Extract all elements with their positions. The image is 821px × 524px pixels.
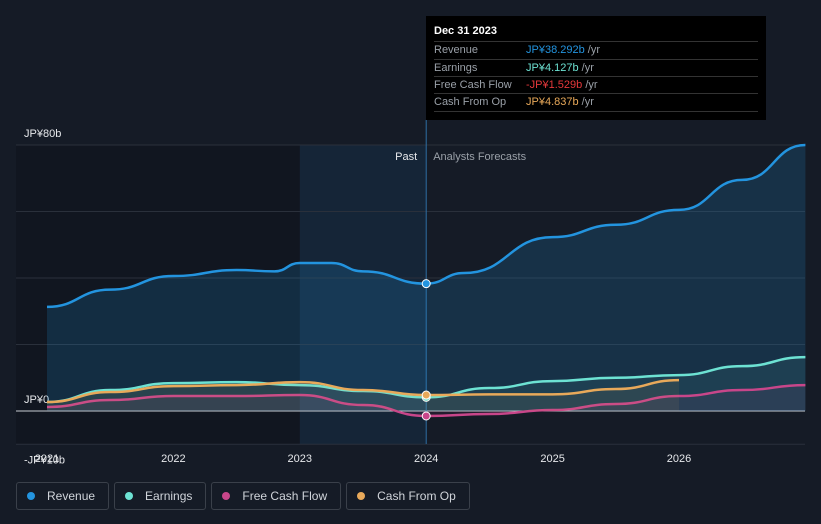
tooltip-date: Dec 31 2023 <box>434 25 497 37</box>
x-tick-label: 2021 <box>35 453 59 465</box>
tooltip-value: -JP¥1.529b /yr <box>526 79 598 91</box>
tooltip: Dec 31 2023 Revenue JP¥38.292b /yr Earnin… <box>426 16 766 120</box>
x-tick-label: 2024 <box>414 453 438 465</box>
point-free-cash-flow <box>421 411 431 421</box>
point-cash-from-op <box>421 390 431 400</box>
tooltip-row-revenue: Revenue JP¥38.292b /yr <box>434 41 758 59</box>
legend-cash-from-op[interactable]: Cash From Op <box>346 482 470 510</box>
x-tick-label: 2026 <box>667 453 691 465</box>
tooltip-label: Revenue <box>434 44 479 56</box>
tooltip-label: Cash From Op <box>434 96 507 108</box>
cfo-dot-icon <box>357 492 366 500</box>
fcf-dot-icon <box>222 492 231 500</box>
tooltip-value: JP¥4.127b /yr <box>526 62 594 74</box>
x-tick-label: 2022 <box>161 453 185 465</box>
tooltip-row-cfo: Cash From Op JP¥4.837b /yr <box>434 93 758 112</box>
tooltip-value: JP¥38.292b /yr <box>526 44 600 56</box>
y-axis-label: JP¥0 <box>24 394 49 406</box>
legend: Revenue Earnings Free Cash Flow Cash Fro… <box>16 482 470 510</box>
point-revenue <box>421 279 431 289</box>
legend-free-cash-flow[interactable]: Free Cash Flow <box>211 482 342 510</box>
y-axis-label: JP¥80b <box>24 128 61 140</box>
earnings-dot-icon <box>125 492 134 500</box>
tooltip-label: Earnings <box>434 62 478 74</box>
legend-earnings[interactable]: Earnings <box>114 482 207 510</box>
forecast-label: Analysts Forecasts <box>433 151 526 163</box>
revenue-dot-icon <box>27 492 35 500</box>
x-tick-label: 2025 <box>540 453 564 465</box>
legend-revenue[interactable]: Revenue <box>16 482 110 510</box>
tooltip-row-fcf: Free Cash Flow -JP¥1.529b /yr <box>434 76 758 94</box>
x-tick-label: 2023 <box>288 453 312 465</box>
tooltip-value: JP¥4.837b /yr <box>526 96 594 108</box>
past-label: Past <box>395 151 417 163</box>
tooltip-label: Free Cash Flow <box>434 79 512 91</box>
tooltip-row-earnings: Earnings JP¥4.127b /yr <box>434 59 758 77</box>
